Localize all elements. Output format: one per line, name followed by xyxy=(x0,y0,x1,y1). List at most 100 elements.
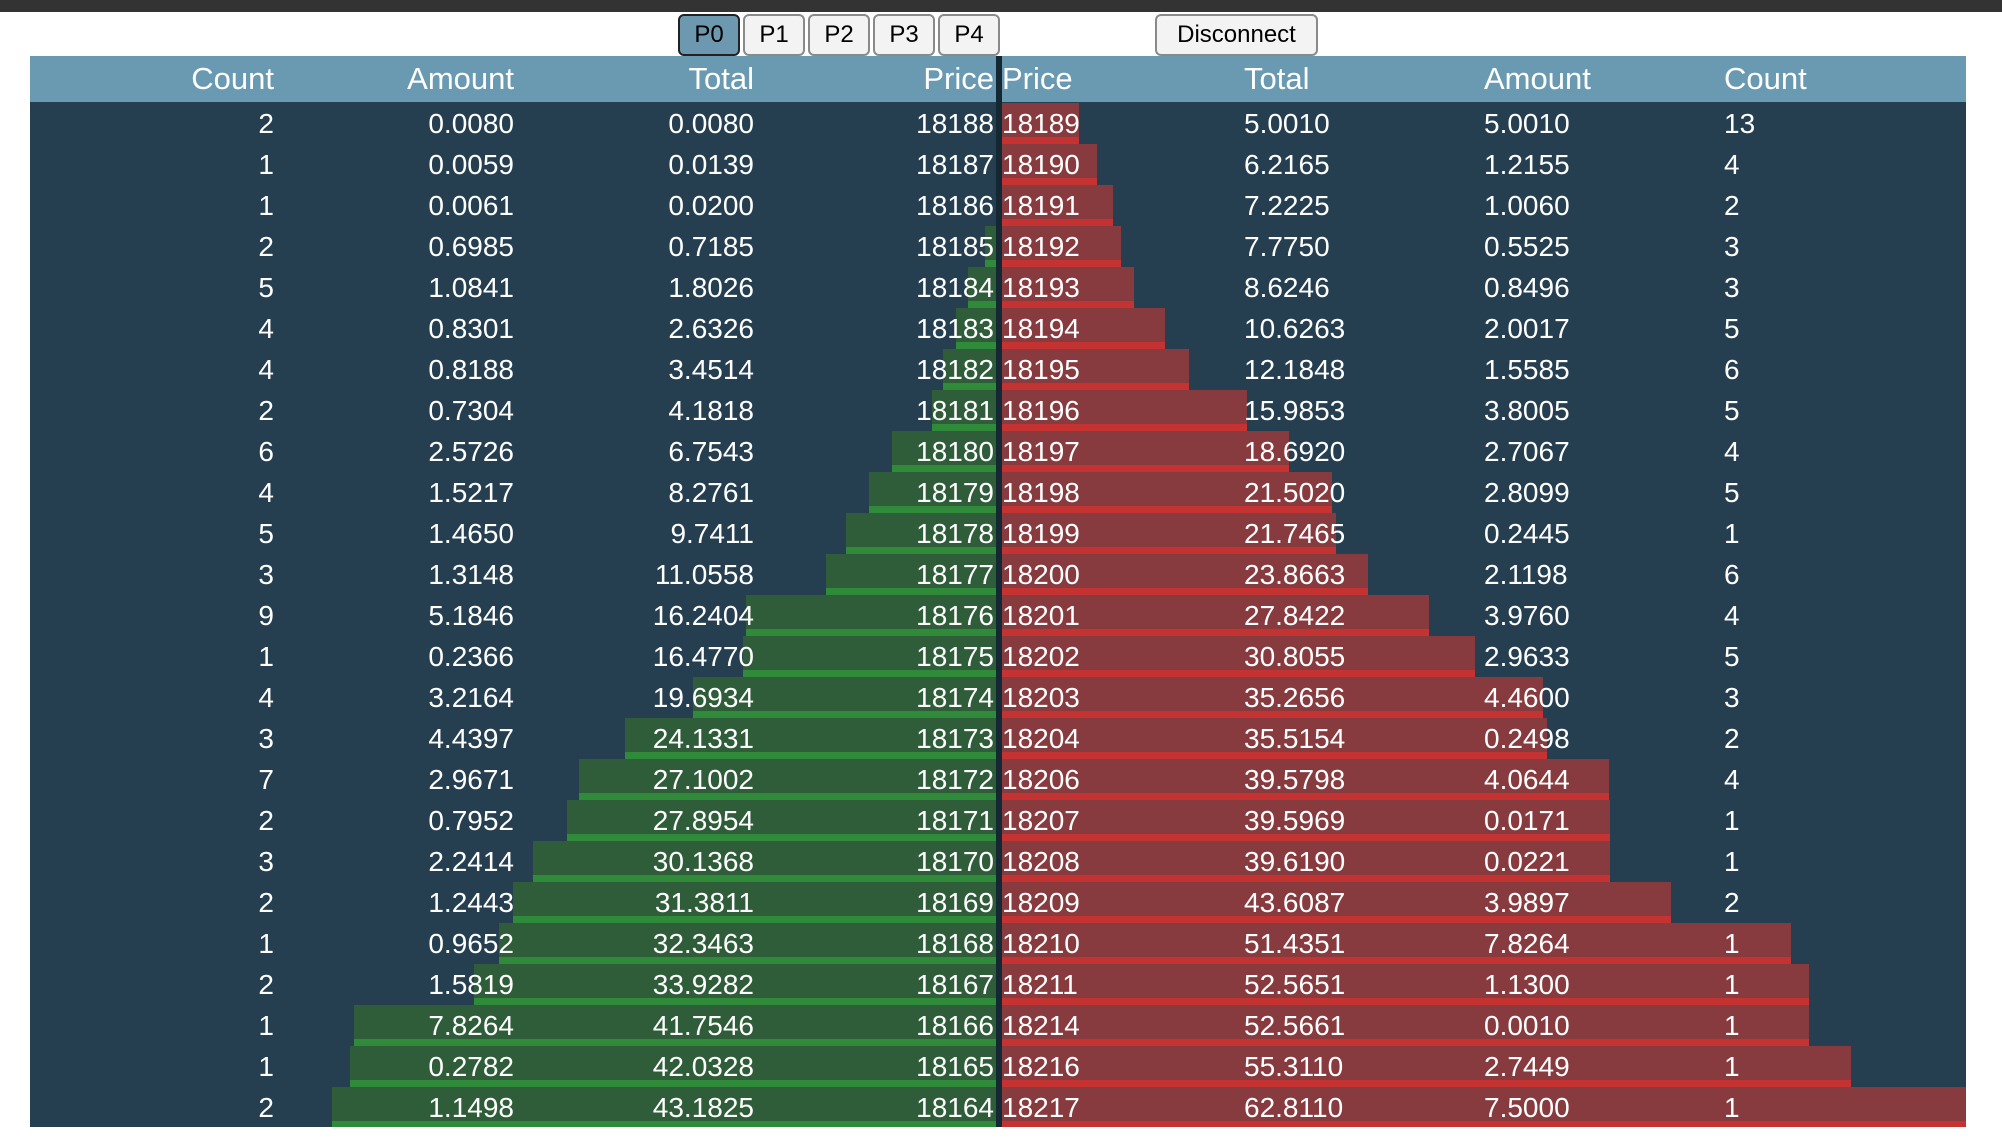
ask-row[interactable]: 18199 21.7465 0.2445 1 xyxy=(1002,513,1966,554)
ask-amount-cell: 1.5585 xyxy=(1484,354,1570,385)
ask-row[interactable]: 18189 5.0010 5.0010 13 xyxy=(1002,103,1966,144)
ask-total-cell: 5.0010 xyxy=(1244,108,1330,139)
bid-row[interactable]: 1 7.8264 41.7546 18166 xyxy=(30,1005,996,1046)
precision-button-p2[interactable]: P2 xyxy=(808,14,870,56)
bid-row[interactable]: 2 0.7304 4.1818 18181 xyxy=(30,390,996,431)
bid-row[interactable]: 1 0.9652 32.3463 18168 xyxy=(30,923,996,964)
bid-row[interactable]: 1 0.0061 0.0200 18186 xyxy=(30,185,996,226)
ask-amount-cell: 0.0171 xyxy=(1484,805,1570,836)
bid-price-cell: 18171 xyxy=(916,805,994,836)
ask-price-cell: 18191 xyxy=(1002,190,1080,221)
ask-row[interactable]: 18210 51.4351 7.8264 1 xyxy=(1002,923,1966,964)
ask-row[interactable]: 18195 12.1848 1.5585 6 xyxy=(1002,349,1966,390)
ask-row[interactable]: 18192 7.7750 0.5525 3 xyxy=(1002,226,1966,267)
ask-row[interactable]: 18194 10.6263 2.0017 5 xyxy=(1002,308,1966,349)
bid-row[interactable]: 6 2.5726 6.7543 18180 xyxy=(30,431,996,472)
ask-row[interactable]: 18214 52.5661 0.0010 1 xyxy=(1002,1005,1966,1046)
ask-row[interactable]: 18209 43.6087 3.9897 2 xyxy=(1002,882,1966,923)
ask-price-cell: 18189 xyxy=(1002,108,1080,139)
ask-row[interactable]: 18200 23.8663 2.1198 6 xyxy=(1002,554,1966,595)
ask-row[interactable]: 18217 62.8110 7.5000 1 xyxy=(1002,1087,1966,1127)
ask-row[interactable]: 18211 52.5651 1.1300 1 xyxy=(1002,964,1966,1005)
ask-total-cell: 21.5020 xyxy=(1244,477,1346,508)
ask-count-cell: 1 xyxy=(1724,1092,1740,1123)
ask-count-cell: 1 xyxy=(1724,1010,1740,1041)
precision-button-p0[interactable]: P0 xyxy=(678,14,740,56)
ask-total-cell: 43.6087 xyxy=(1244,887,1346,918)
bid-row[interactable]: 3 4.4397 24.1331 18173 xyxy=(30,718,996,759)
ask-price-cell: 18195 xyxy=(1002,354,1080,385)
bid-row[interactable]: 2 1.5819 33.9282 18167 xyxy=(30,964,996,1005)
ask-depth-bar-edge xyxy=(1002,957,1791,964)
bid-row[interactable]: 1 0.2366 16.4770 18175 xyxy=(30,636,996,677)
ask-total-cell: 39.6190 xyxy=(1244,846,1346,877)
bid-row[interactable]: 1 0.2782 42.0328 18165 xyxy=(30,1046,996,1087)
ask-amount-cell: 5.0010 xyxy=(1484,108,1570,139)
bid-row[interactable]: 1 0.0059 0.0139 18187 xyxy=(30,144,996,185)
ask-price-cell: 18214 xyxy=(1002,1010,1080,1041)
bid-row[interactable]: 2 0.7952 27.8954 18171 xyxy=(30,800,996,841)
bid-row[interactable]: 3 1.3148 11.0558 18177 xyxy=(30,554,996,595)
ask-row[interactable]: 18204 35.5154 0.2498 2 xyxy=(1002,718,1966,759)
ask-depth-bar-edge xyxy=(1002,998,1809,1005)
ask-count-cell: 5 xyxy=(1724,395,1740,426)
ask-depth-bar xyxy=(1002,1005,1809,1046)
ask-count-cell: 1 xyxy=(1724,969,1740,1000)
ask-row[interactable]: 18193 8.6246 0.8496 3 xyxy=(1002,267,1966,308)
ask-count-cell: 6 xyxy=(1724,559,1740,590)
ask-row[interactable]: 18190 6.2165 1.2155 4 xyxy=(1002,144,1966,185)
ask-total-cell: 23.8663 xyxy=(1244,559,1346,590)
ask-row[interactable]: 18206 39.5798 4.0644 4 xyxy=(1002,759,1966,800)
ask-row[interactable]: 18201 27.8422 3.9760 4 xyxy=(1002,595,1966,636)
precision-selector: P0 P1 P2 P3 P4 xyxy=(678,14,1003,56)
ask-total-cell: 52.5661 xyxy=(1244,1010,1346,1041)
disconnect-button[interactable]: Disconnect xyxy=(1155,14,1318,56)
ask-row[interactable]: 18198 21.5020 2.8099 5 xyxy=(1002,472,1966,513)
ask-total-cell: 52.5651 xyxy=(1244,969,1346,1000)
ask-total-cell: 10.6263 xyxy=(1244,313,1346,344)
ask-row[interactable]: 18208 39.6190 0.0221 1 xyxy=(1002,841,1966,882)
bid-row[interactable]: 9 5.1846 16.2404 18176 xyxy=(30,595,996,636)
ask-price-cell: 18208 xyxy=(1002,846,1080,877)
bid-row[interactable]: 4 0.8188 3.4514 18182 xyxy=(30,349,996,390)
bid-price-cell: 18177 xyxy=(916,559,994,590)
bid-row[interactable]: 2 0.0080 0.0080 18188 xyxy=(30,103,996,144)
ask-row[interactable]: 18202 30.8055 2.9633 5 xyxy=(1002,636,1966,677)
bid-price-cell: 18168 xyxy=(916,928,994,959)
asks-header-total: Total xyxy=(1244,61,1310,96)
ask-amount-cell: 3.9897 xyxy=(1484,887,1570,918)
ask-total-cell: 39.5798 xyxy=(1244,764,1346,795)
ask-amount-cell: 2.7067 xyxy=(1484,436,1570,467)
bid-row[interactable]: 4 0.8301 2.6326 18183 xyxy=(30,308,996,349)
ask-depth-bar xyxy=(1002,964,1809,1005)
bid-row[interactable]: 2 1.2443 31.3811 18169 xyxy=(30,882,996,923)
ask-amount-cell: 3.9760 xyxy=(1484,600,1570,631)
bid-row[interactable]: 2 1.1498 43.1825 18164 xyxy=(30,1087,996,1127)
ask-price-cell: 18210 xyxy=(1002,928,1080,959)
precision-button-p4[interactable]: P4 xyxy=(938,14,1000,56)
bid-row[interactable]: 3 2.2414 30.1368 18170 xyxy=(30,841,996,882)
ask-total-cell: 51.4351 xyxy=(1244,928,1346,959)
ask-price-cell: 18193 xyxy=(1002,272,1080,303)
ask-row[interactable]: 18196 15.9853 3.8005 5 xyxy=(1002,390,1966,431)
ask-count-cell: 1 xyxy=(1724,846,1740,877)
ask-row[interactable]: 18203 35.2656 4.4600 3 xyxy=(1002,677,1966,718)
bid-row[interactable]: 2 0.6985 0.7185 18185 xyxy=(30,226,996,267)
ask-price-cell: 18201 xyxy=(1002,600,1080,631)
ask-row[interactable]: 18197 18.6920 2.7067 4 xyxy=(1002,431,1966,472)
ask-row[interactable]: 18207 39.5969 0.0171 1 xyxy=(1002,800,1966,841)
bid-row[interactable]: 5 1.4650 9.7411 18178 xyxy=(30,513,996,554)
bid-row[interactable]: 4 3.2164 19.6934 18174 xyxy=(30,677,996,718)
ask-row[interactable]: 18191 7.2225 1.0060 2 xyxy=(1002,185,1966,226)
bid-row[interactable]: 5 1.0841 1.8026 18184 xyxy=(30,267,996,308)
bid-price-cell: 18188 xyxy=(916,108,994,139)
precision-button-p3[interactable]: P3 xyxy=(873,14,935,56)
precision-button-p1[interactable]: P1 xyxy=(743,14,805,56)
ask-row[interactable]: 18216 55.3110 2.7449 1 xyxy=(1002,1046,1966,1087)
bid-row[interactable]: 7 2.9671 27.1002 18172 xyxy=(30,759,996,800)
bid-price-cell: 18187 xyxy=(916,149,994,180)
ask-price-cell: 18204 xyxy=(1002,723,1080,754)
bid-row[interactable]: 4 1.5217 8.2761 18179 xyxy=(30,472,996,513)
asks-header: Price Total Amount Count xyxy=(1002,56,1966,102)
bid-price-cell: 18185 xyxy=(916,231,994,262)
